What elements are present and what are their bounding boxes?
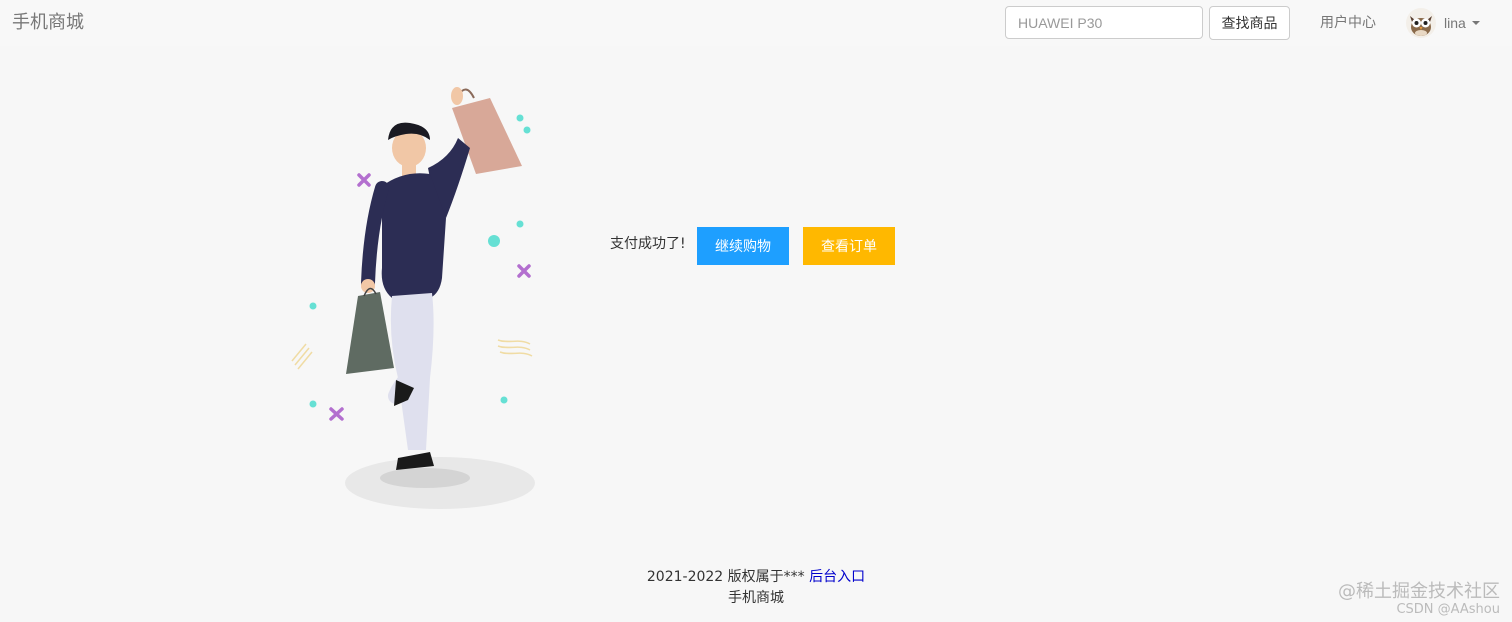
view-orders-button[interactable]: 查看订单 <box>803 227 895 265</box>
continue-shopping-button[interactable]: 继续购物 <box>697 227 789 265</box>
user-menu-dropdown[interactable]: lina <box>1406 8 1480 38</box>
navbar: 手机商城 查找商品 用户中心 lina <box>0 0 1512 46</box>
brand-link[interactable]: 手机商城 <box>12 10 84 36</box>
footer: 2021-2022 版权属于*** 后台入口 手机商城 <box>0 567 1512 609</box>
copyright-text: 2021-2022 版权属于*** <box>646 569 805 585</box>
footer-copyright-line: 2021-2022 版权属于*** 后台入口 <box>0 567 1512 588</box>
owl-avatar-icon <box>1406 8 1436 38</box>
caret-down-icon <box>1471 21 1480 25</box>
user-center-link[interactable]: 用户中心 <box>1320 14 1376 32</box>
admin-entry-link[interactable]: 后台入口 <box>809 569 865 585</box>
shopping-man-illustration <box>291 87 535 509</box>
watermark-line-1: @稀土掘金技术社区 <box>1338 581 1500 602</box>
watermark: @稀土掘金技术社区 CSDN @AAshou <box>1338 583 1500 619</box>
search-button[interactable]: 查找商品 <box>1209 6 1290 40</box>
username: lina <box>1444 15 1466 31</box>
search-input[interactable] <box>1005 6 1203 39</box>
watermark-line-2: CSDN @AAshou <box>1396 602 1500 617</box>
payment-success-message: 支付成功了! <box>610 236 686 252</box>
footer-site-name: 手机商城 <box>728 590 784 606</box>
